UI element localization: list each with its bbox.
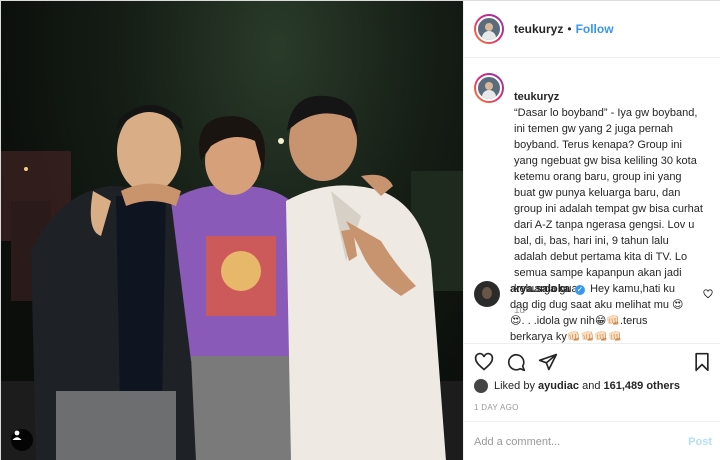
bookmark-icon[interactable] [692,352,712,377]
likes-count[interactable]: 161,489 others [604,380,680,392]
instagram-post-window: teukuryz • Follow teukuryz “Dasar lo boy… [0,0,720,460]
follow-button[interactable]: Follow [576,22,614,36]
comment-text-wrap: arya.saloka ✓ Hey kamu,hati ku dag dig d… [510,281,688,345]
caption-body: “Dasar lo boyband” - Iya gw boyband, ini… [514,107,703,295]
paper-plane-icon [538,353,558,371]
comment-input[interactable] [474,435,689,448]
caption-block: teukuryz “Dasar lo boyband” - Iya gw boy… [464,59,720,316]
heart-outline-small-icon [703,289,713,299]
commenter-username[interactable]: arya.saloka [510,283,570,295]
add-comment-bar: Post [464,421,720,460]
likes-connector: and [582,380,601,392]
user-tag-icon[interactable] [11,429,33,451]
post-comment-button[interactable]: Post [688,436,712,448]
caption-avatar-image [476,75,502,101]
user-silhouette-icon [12,430,22,440]
bookmark-outline-icon [695,352,709,372]
author-avatar[interactable] [474,14,504,44]
post-header: teukuryz • Follow [464,1,720,58]
caption-username[interactable]: teukuryz [514,91,559,103]
comment-icon[interactable] [506,352,526,377]
share-icon[interactable] [538,352,558,377]
photo-illustration [1,95,463,460]
likes-summary: Liked by ayudiac and 161,489 others [474,379,680,393]
verified-badge-icon: ✓ [575,285,585,295]
author-avatar-image [476,16,502,42]
post-photo[interactable] [1,1,463,460]
post-sidebar: teukuryz • Follow teukuryz “Dasar lo boy… [463,1,720,460]
comment-item: arya.saloka ✓ Hey kamu,hati ku dag dig d… [474,281,714,345]
liker-username[interactable]: ayudiac [538,380,579,392]
likes-prefix: Liked by [494,380,535,392]
liker-avatar[interactable] [474,379,488,393]
caption-avatar[interactable] [474,73,504,103]
header-separator: • [567,22,572,36]
caption-text-wrap: teukuryz “Dasar lo boyband” - Iya gw boy… [514,73,704,297]
action-bar [464,343,720,379]
speech-bubble-icon [507,353,526,372]
post-timestamp[interactable]: 1 DAY AGO [474,403,519,412]
heart-outline-icon [474,352,494,371]
comment-like-heart-icon[interactable] [703,286,713,304]
heart-icon[interactable] [474,352,494,377]
author-username[interactable]: teukuryz [514,22,563,36]
caption-row: teukuryz “Dasar lo boyband” - Iya gw boy… [474,73,712,297]
commenter-avatar[interactable] [474,281,500,307]
